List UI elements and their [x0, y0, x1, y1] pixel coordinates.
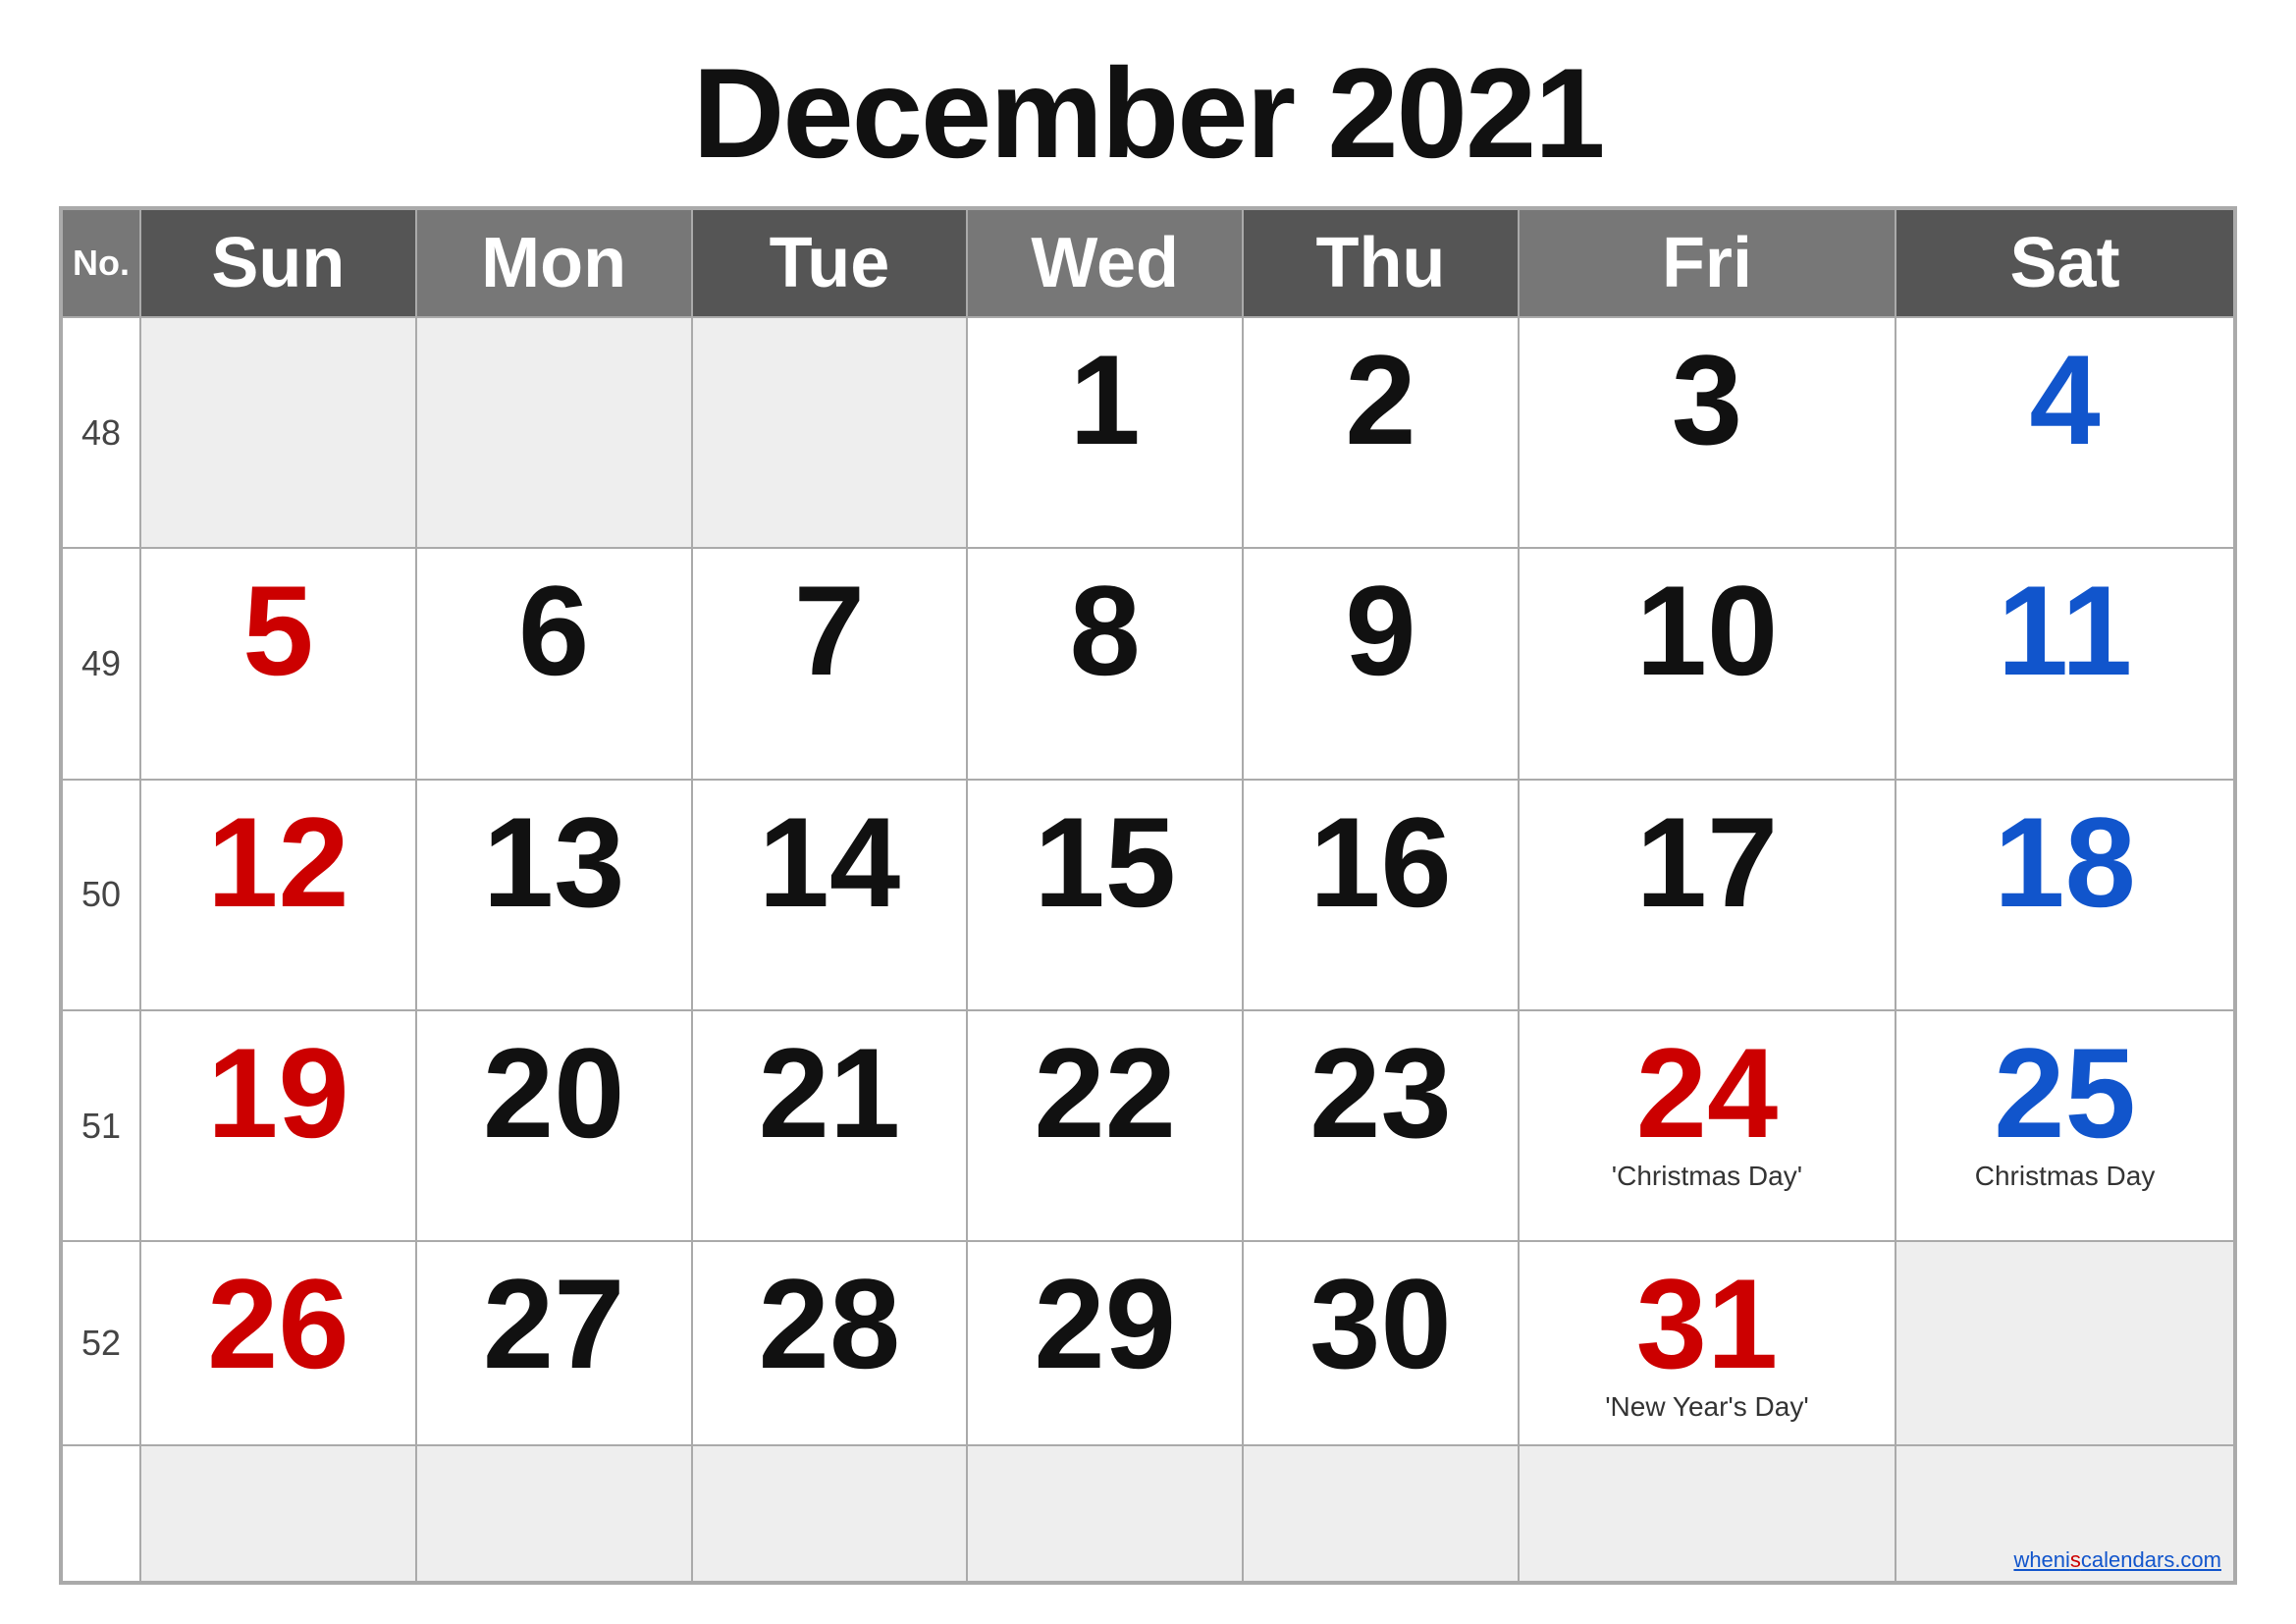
table-row: 5 — [140, 548, 416, 779]
col-header-fri: Fri — [1519, 209, 1896, 317]
holiday-label: 'New Year's Day' — [1531, 1391, 1883, 1423]
day-number: 8 — [980, 567, 1230, 694]
day-number: 14 — [705, 798, 955, 926]
table-row: 22 — [967, 1010, 1243, 1241]
table-row: 15 — [967, 780, 1243, 1010]
table-row: 6 — [416, 548, 692, 779]
week-number-empty — [62, 1445, 140, 1582]
watermark-cell: wheniscalendars.com — [1896, 1445, 2234, 1582]
table-row: 7 — [692, 548, 968, 779]
week-number: 49 — [62, 548, 140, 779]
table-row: 23 — [1243, 1010, 1519, 1241]
day-number: 16 — [1255, 798, 1506, 926]
week-number: 51 — [62, 1010, 140, 1241]
table-row: 19 — [140, 1010, 416, 1241]
day-number: 13 — [429, 798, 679, 926]
col-header-sat: Sat — [1896, 209, 2234, 317]
table-row: 25 Christmas Day — [1896, 1010, 2234, 1241]
week-number: 52 — [62, 1241, 140, 1445]
empty-cell — [140, 1445, 416, 1582]
table-row: 31 'New Year's Day' — [1519, 1241, 1896, 1445]
empty-cell — [967, 1445, 1243, 1582]
table-row: 17 — [1519, 780, 1896, 1010]
day-number: 15 — [980, 798, 1230, 926]
table-row: 9 — [1243, 548, 1519, 779]
table-row: 12 — [140, 780, 416, 1010]
day-number: 22 — [980, 1029, 1230, 1157]
col-header-no: No. — [62, 209, 140, 317]
table-row: 29 — [967, 1241, 1243, 1445]
table-row: 3 — [1519, 317, 1896, 548]
day-number: 11 — [1908, 567, 2221, 694]
calendar: No. Sun Mon Tue Wed Thu Fri Sat 48123449… — [59, 206, 2237, 1585]
table-row — [140, 317, 416, 548]
table-row: 20 — [416, 1010, 692, 1241]
day-number: 6 — [429, 567, 679, 694]
holiday-label: 'Christmas Day' — [1531, 1161, 1883, 1192]
day-number: 5 — [153, 567, 403, 694]
day-number: 4 — [1908, 336, 2221, 463]
day-number: 1 — [980, 336, 1230, 463]
page-title: December 2021 — [693, 39, 1604, 187]
week-number: 48 — [62, 317, 140, 548]
table-row: 8 — [967, 548, 1243, 779]
day-number: 3 — [1531, 336, 1883, 463]
day-number: 24 — [1531, 1029, 1883, 1157]
empty-cell — [692, 1445, 968, 1582]
table-row: 2 — [1243, 317, 1519, 548]
table-row: 4 — [1896, 317, 2234, 548]
table-row — [416, 317, 692, 548]
empty-cell — [1519, 1445, 1896, 1582]
col-header-tue: Tue — [692, 209, 968, 317]
table-row: 28 — [692, 1241, 968, 1445]
day-number: 29 — [980, 1260, 1230, 1387]
col-header-sun: Sun — [140, 209, 416, 317]
table-row: 10 — [1519, 548, 1896, 779]
day-number: 9 — [1255, 567, 1506, 694]
table-row: 1 — [967, 317, 1243, 548]
empty-cell — [416, 1445, 692, 1582]
day-number: 31 — [1531, 1260, 1883, 1387]
table-row: 27 — [416, 1241, 692, 1445]
col-header-wed: Wed — [967, 209, 1243, 317]
day-number: 7 — [705, 567, 955, 694]
week-number: 50 — [62, 780, 140, 1010]
day-number: 2 — [1255, 336, 1506, 463]
day-number: 18 — [1908, 798, 2221, 926]
table-row — [692, 317, 968, 548]
table-row: 24 'Christmas Day' — [1519, 1010, 1896, 1241]
day-number: 12 — [153, 798, 403, 926]
day-number: 10 — [1531, 567, 1883, 694]
day-number: 21 — [705, 1029, 955, 1157]
holiday-label: Christmas Day — [1908, 1161, 2221, 1192]
col-header-thu: Thu — [1243, 209, 1519, 317]
day-number: 30 — [1255, 1260, 1506, 1387]
table-row: 26 — [140, 1241, 416, 1445]
day-number: 27 — [429, 1260, 679, 1387]
empty-cell — [1243, 1445, 1519, 1582]
day-number: 19 — [153, 1029, 403, 1157]
table-row: 11 — [1896, 548, 2234, 779]
table-row: 13 — [416, 780, 692, 1010]
day-number: 26 — [153, 1260, 403, 1387]
day-number: 28 — [705, 1260, 955, 1387]
table-row: 16 — [1243, 780, 1519, 1010]
watermark-link: wheniscalendars.com — [2013, 1547, 2221, 1573]
day-number: 23 — [1255, 1029, 1506, 1157]
table-row: 18 — [1896, 780, 2234, 1010]
day-number: 20 — [429, 1029, 679, 1157]
table-row: 21 — [692, 1010, 968, 1241]
day-number: 25 — [1908, 1029, 2221, 1157]
col-header-mon: Mon — [416, 209, 692, 317]
table-row: 14 — [692, 780, 968, 1010]
day-number: 17 — [1531, 798, 1883, 926]
table-row: 30 — [1243, 1241, 1519, 1445]
table-row — [1896, 1241, 2234, 1445]
